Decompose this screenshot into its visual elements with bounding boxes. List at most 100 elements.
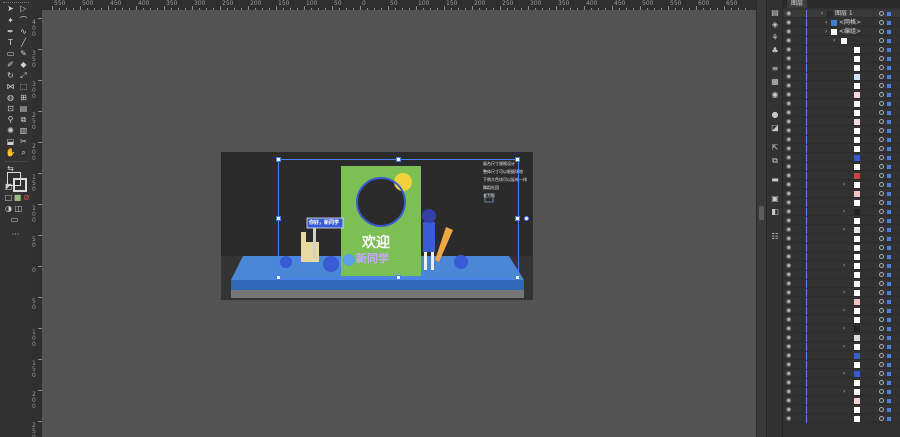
selection-indicator[interactable] bbox=[887, 381, 891, 385]
target-circle-icon[interactable] bbox=[879, 362, 884, 367]
selection-indicator[interactable] bbox=[887, 174, 891, 178]
rotate-tool-icon[interactable]: ↻ bbox=[5, 71, 16, 81]
selection-indicator[interactable] bbox=[887, 282, 891, 286]
target-circle-icon[interactable] bbox=[879, 389, 884, 394]
selection-indicator[interactable] bbox=[887, 345, 891, 349]
visibility-eye-icon[interactable]: ◉ bbox=[786, 262, 791, 270]
expand-arrow-icon[interactable]: › bbox=[843, 289, 845, 297]
layer-row[interactable]: ◉ bbox=[783, 298, 900, 306]
artboards-icon[interactable]: ⧉ bbox=[770, 156, 780, 166]
symbol-sprayer-tool-icon[interactable]: ✺ bbox=[5, 126, 16, 136]
screen-mode-icon[interactable]: ▭ bbox=[9, 215, 20, 225]
layer-row[interactable]: ◉ › bbox=[783, 208, 900, 216]
visibility-eye-icon[interactable]: ◉ bbox=[786, 10, 791, 18]
selection-indicator[interactable] bbox=[887, 264, 891, 268]
selection-indicator[interactable] bbox=[887, 165, 891, 169]
layer-row[interactable]: ◉ bbox=[783, 406, 900, 414]
layer-row[interactable]: ◉ bbox=[783, 415, 900, 423]
visibility-eye-icon[interactable]: ◉ bbox=[786, 163, 791, 171]
scale-tool-icon[interactable]: ⤢ bbox=[18, 71, 29, 81]
selection-indicator[interactable] bbox=[887, 354, 891, 358]
resize-handle-w[interactable] bbox=[276, 216, 281, 221]
none-mode-icon[interactable]: ⊘ bbox=[21, 193, 32, 203]
type-tool-icon[interactable]: T bbox=[5, 38, 16, 48]
target-circle-icon[interactable] bbox=[879, 173, 884, 178]
transparency-icon[interactable]: ▣ bbox=[770, 194, 780, 204]
layer-row[interactable]: ◉ bbox=[783, 280, 900, 288]
selection-indicator[interactable] bbox=[887, 372, 891, 376]
blend-tool-icon[interactable]: ⧉ bbox=[18, 115, 29, 125]
layer-name[interactable]: <编组> bbox=[839, 28, 861, 36]
target-circle-icon[interactable] bbox=[879, 236, 884, 241]
expand-arrow-icon[interactable]: › bbox=[825, 19, 827, 27]
selection-indicator[interactable] bbox=[887, 84, 891, 88]
layer-row[interactable]: ◉ bbox=[783, 154, 900, 162]
resize-handle-s[interactable] bbox=[396, 275, 401, 280]
selection-indicator[interactable] bbox=[887, 408, 891, 412]
target-circle-icon[interactable] bbox=[879, 137, 884, 142]
visibility-eye-icon[interactable]: ◉ bbox=[786, 46, 791, 54]
target-circle-icon[interactable] bbox=[879, 56, 884, 61]
selection-indicator[interactable] bbox=[887, 39, 891, 43]
target-circle-icon[interactable] bbox=[879, 11, 884, 16]
target-circle-icon[interactable] bbox=[879, 281, 884, 286]
default-colors-icon[interactable]: ◩ bbox=[3, 182, 14, 192]
layer-row[interactable]: ◉ › bbox=[783, 370, 900, 378]
resize-handle-n[interactable] bbox=[396, 157, 401, 162]
layer-row[interactable]: ◉ bbox=[783, 352, 900, 360]
stroke-panel-icon[interactable]: ◧ bbox=[770, 207, 780, 217]
pen-tool-icon[interactable]: ✒ bbox=[5, 27, 16, 37]
target-circle-icon[interactable] bbox=[879, 47, 884, 52]
layer-row[interactable]: ◉ bbox=[783, 73, 900, 81]
expand-arrow-icon[interactable]: › bbox=[843, 307, 845, 315]
expand-arrow-icon[interactable]: › bbox=[843, 388, 845, 396]
selection-indicator[interactable] bbox=[887, 318, 891, 322]
selection-indicator[interactable] bbox=[887, 147, 891, 151]
target-circle-icon[interactable] bbox=[879, 227, 884, 232]
selection-indicator[interactable] bbox=[887, 138, 891, 142]
artboard-tool-icon[interactable]: ⬓ bbox=[5, 137, 16, 147]
selection-indicator[interactable] bbox=[887, 291, 891, 295]
visibility-eye-icon[interactable]: ◉ bbox=[786, 28, 791, 36]
expand-arrow-icon[interactable]: › bbox=[843, 208, 845, 216]
visibility-eye-icon[interactable]: ◉ bbox=[786, 334, 791, 342]
layer-row[interactable]: ◉ bbox=[783, 163, 900, 171]
target-circle-icon[interactable] bbox=[879, 20, 884, 25]
layer-row[interactable]: ◉ bbox=[783, 55, 900, 63]
layer-row[interactable]: ◉ bbox=[783, 46, 900, 54]
layer-row[interactable]: ◉ bbox=[783, 109, 900, 117]
perspective-grid-tool-icon[interactable]: ⊞ bbox=[18, 93, 29, 103]
target-circle-icon[interactable] bbox=[879, 317, 884, 322]
selection-indicator[interactable] bbox=[887, 156, 891, 160]
zoom-tool-icon[interactable]: ⌕ bbox=[18, 148, 29, 158]
selection-indicator[interactable] bbox=[887, 219, 891, 223]
target-circle-icon[interactable] bbox=[879, 218, 884, 223]
layer-row[interactable]: ◉ bbox=[783, 64, 900, 72]
visibility-eye-icon[interactable]: ◉ bbox=[786, 271, 791, 279]
visibility-eye-icon[interactable]: ◉ bbox=[786, 37, 791, 45]
color-guide-icon[interactable]: ● bbox=[770, 110, 780, 120]
selection-tool-icon[interactable]: ➤ bbox=[5, 4, 16, 14]
layer-row[interactable]: ◉ bbox=[783, 100, 900, 108]
selection-indicator[interactable] bbox=[887, 228, 891, 232]
visibility-eye-icon[interactable]: ◉ bbox=[786, 109, 791, 117]
free-transform-tool-icon[interactable]: ⬚ bbox=[18, 82, 29, 92]
expand-arrow-icon[interactable]: › bbox=[843, 343, 845, 351]
scrollbar-thumb[interactable] bbox=[759, 206, 764, 220]
image-trace-icon[interactable]: ◪ bbox=[770, 123, 780, 133]
selection-indicator[interactable] bbox=[887, 246, 891, 250]
gradient-tool-icon[interactable]: ▤ bbox=[18, 104, 29, 114]
rectangle-tool-icon[interactable]: ▭ bbox=[5, 49, 16, 59]
curvature-tool-icon[interactable]: ∿ bbox=[18, 27, 29, 37]
selection-indicator[interactable] bbox=[887, 399, 891, 403]
target-circle-icon[interactable] bbox=[879, 182, 884, 187]
expand-arrow-icon[interactable]: › bbox=[821, 10, 823, 18]
hand-tool-icon[interactable]: ✋ bbox=[5, 148, 16, 158]
selection-indicator[interactable] bbox=[887, 93, 891, 97]
selection-indicator[interactable] bbox=[887, 192, 891, 196]
target-circle-icon[interactable] bbox=[879, 299, 884, 304]
selection-bounding-box[interactable] bbox=[278, 159, 519, 279]
layer-row[interactable]: ◉ bbox=[783, 172, 900, 180]
expand-arrow-icon[interactable]: › bbox=[833, 37, 835, 45]
draw-inside-icon[interactable]: ◫ bbox=[13, 204, 24, 214]
